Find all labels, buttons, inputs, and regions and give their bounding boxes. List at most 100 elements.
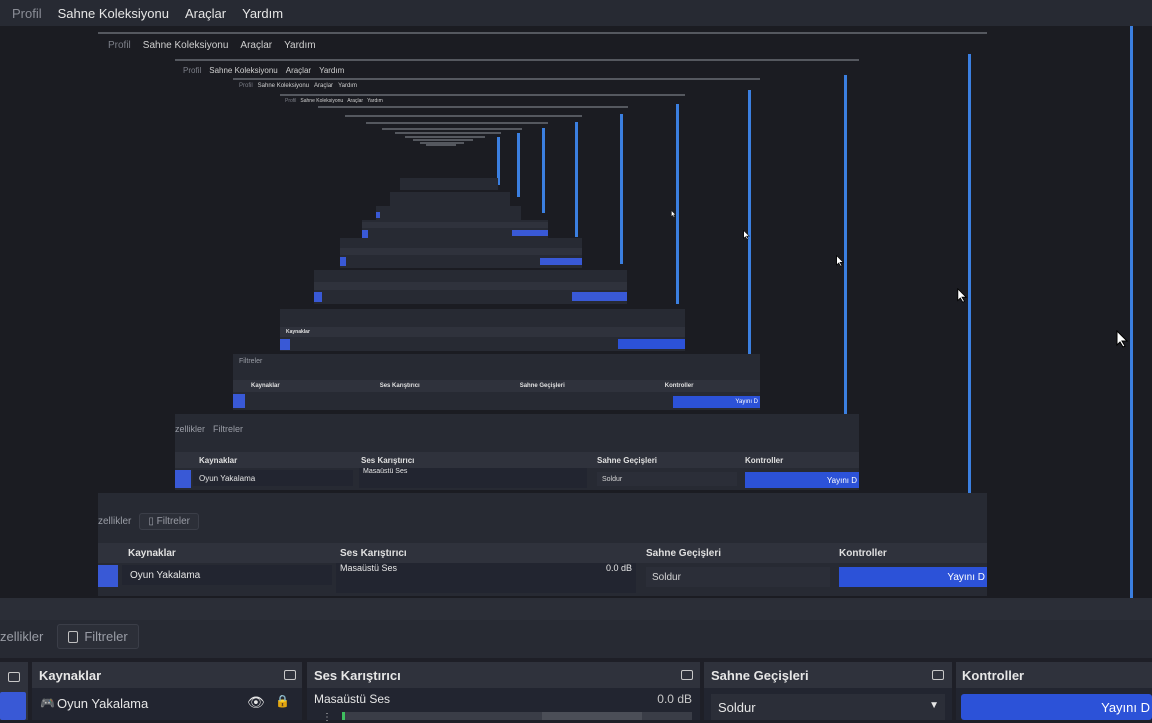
nested-mixer-channel: Masaüstü Ses (340, 563, 398, 573)
mouse-cursor-icon (957, 288, 967, 303)
controls-title: Kontroller (962, 667, 1025, 683)
menu-tools[interactable]: Araçlar (185, 6, 226, 21)
preview-canvas[interactable]: Profil Sahne Koleksiyonu Araçlar Yardım … (0, 26, 1152, 598)
nested-sources-title: Kaynaklar (128, 547, 176, 559)
nested-dock-9 (400, 178, 498, 190)
nested-transitions-title: Sahne Geçişleri (519, 383, 565, 389)
nested-properties-tab: zellikler (98, 516, 132, 527)
nested-mixer-title: Ses Karıştırıcı (361, 455, 415, 465)
undock-icon[interactable] (284, 670, 296, 680)
nested-source-item: Oyun Yakalama (199, 473, 256, 483)
nested-filters-tab: Filtreler (239, 358, 263, 365)
gamepad-icon: 🎮 (40, 696, 55, 710)
undock-icon[interactable] (681, 670, 693, 680)
nested-controls-title: Kontroller (745, 455, 784, 465)
nested-dock-8 (390, 192, 510, 206)
source-item-label: Oyun Yakalama (56, 695, 149, 711)
undock-icon[interactable] (8, 672, 20, 682)
mouse-cursor-icon (1116, 330, 1128, 348)
nested-menu-scene-collection: Sahne Koleksiyonu (300, 98, 344, 104)
mixer-channel-level: 0.0 dB (657, 692, 692, 706)
nested-menu-profile: Profil (285, 98, 297, 104)
mixer-channel-name: Masaüstü Ses (314, 692, 391, 706)
nested-transition-dropdown: Soldur (597, 472, 737, 486)
nested-edge-line (542, 128, 545, 213)
nested-menu-scene-collection: Sahne Koleksiyonu (142, 39, 229, 51)
preview-edge-line (1130, 26, 1133, 598)
nested-menu-tools: Araçlar (314, 83, 334, 89)
dock-panels: Kaynaklar 🎮 Oyun Yakalama 👁 🔒 Ses Karışt… (0, 658, 1152, 723)
nested-dock-7 (376, 206, 521, 220)
properties-tab[interactable]: zellikler (0, 629, 43, 644)
nested-stream-button: Yayını D (745, 472, 859, 488)
chevron-down-icon: ▼ (929, 700, 939, 711)
nested-edge-line (575, 122, 578, 237)
lock-icon[interactable]: 🔒 (275, 694, 290, 708)
audio-mixer-panel: Ses Karıştırıcı Masaüstü Ses 0.0 dB ⋮ (307, 662, 700, 723)
filters-tab[interactable]: Filtreler (57, 624, 139, 649)
source-item-row[interactable]: 🎮 Oyun Yakalama 👁 🔒 (32, 692, 302, 714)
nested-stream-button: Yayını D (839, 567, 987, 587)
audio-mixer-title: Ses Karıştırıcı (314, 667, 401, 683)
scene-transitions-title: Sahne Geçişleri (711, 667, 809, 683)
nested-source-item: Oyun Yakalama (130, 569, 201, 581)
menu-profile[interactable]: Profil (12, 6, 42, 21)
dock-tab-bar: zellikler Filtreler (0, 598, 1152, 658)
nested-menu-profile: Profil (108, 39, 131, 51)
nested-controls-title: Kontroller (839, 547, 887, 559)
menu-scene-collection[interactable]: Sahne Koleksiyonu (58, 6, 169, 21)
nested-menu-help: Yardım (319, 65, 345, 75)
nested-edge-line (748, 90, 751, 355)
nested-mixer-level: 0.0 dB (605, 563, 632, 573)
scene-transitions-panel: Sahne Geçişleri Soldur ▼ (704, 662, 952, 720)
nested-edge-line (844, 75, 847, 415)
mixer-options-icon[interactable]: ⋮ (322, 712, 332, 723)
nested-dock-6 (362, 220, 548, 240)
nested-menu-help: Yardım (284, 39, 316, 51)
nested-menu-scene-collection: Sahne Koleksiyonu (209, 65, 278, 75)
nested-edge-line (676, 104, 679, 304)
nested-properties-tab: zellikler (175, 424, 206, 434)
mouse-cursor-icon (836, 255, 844, 267)
undock-icon[interactable] (932, 670, 944, 680)
nested-stream-button (618, 339, 685, 349)
nested-transitions-title: Sahne Geçişleri (597, 455, 658, 465)
nested-edge-line (620, 114, 623, 264)
nested-mixer-channel: Masaüstü Ses (363, 468, 408, 475)
nested-menu-profile: Profil (239, 83, 253, 89)
nested-menu-scene-collection: Sahne Koleksiyonu (257, 83, 310, 89)
menu-bar: Profil Sahne Koleksiyonu Araçlar Yardım (0, 0, 1152, 26)
nested-dock-4 (314, 270, 627, 304)
nested-stream-button: Yayını D (673, 396, 760, 408)
nested-transitions-title: Sahne Geçişleri (646, 547, 722, 559)
nested-sources-title: Kaynaklar (286, 329, 310, 335)
filters-icon (68, 630, 79, 643)
nested-menu-tools: Araçlar (347, 98, 364, 104)
selected-scene[interactable] (0, 692, 26, 720)
volume-meter (342, 712, 692, 720)
nested-filters-tab: ▯ Filtreler (139, 513, 199, 530)
mouse-cursor-icon (743, 230, 750, 240)
nested-controls-title: Kontroller (664, 383, 694, 389)
nested-frame-13 (426, 144, 456, 166)
nested-mixer-title: Ses Karıştırıcı (379, 383, 420, 389)
nested-edge-line (517, 133, 520, 197)
nested-dock-3: Kaynaklar (280, 309, 685, 351)
menu-help[interactable]: Yardım (242, 6, 283, 21)
nested-dock-5 (340, 238, 582, 268)
controls-panel: Kontroller Yayını D (956, 662, 1152, 720)
transition-select[interactable]: Soldur ▼ (711, 694, 945, 720)
visibility-eye-icon[interactable]: 👁 (247, 694, 265, 711)
nested-transition-dropdown: Soldur (646, 567, 830, 587)
scenes-panel-edge (0, 662, 28, 720)
mouse-cursor-icon (671, 210, 676, 218)
nested-menu-profile: Profil (183, 65, 202, 75)
sources-title: Kaynaklar (39, 667, 102, 683)
nested-menu-help: Yardım (367, 98, 383, 104)
transition-selected-value: Soldur (718, 699, 756, 715)
nested-edge-line (968, 54, 971, 494)
nested-dock-0: zellikler ▯ Filtreler Kaynaklar Ses Karı… (98, 493, 987, 596)
nested-mixer-title: Ses Karıştırıcı (340, 547, 407, 559)
nested-dock-1: zellikler Filtreler Kaynaklar Ses Karışt… (175, 414, 859, 490)
start-streaming-button[interactable]: Yayını D (961, 694, 1152, 720)
